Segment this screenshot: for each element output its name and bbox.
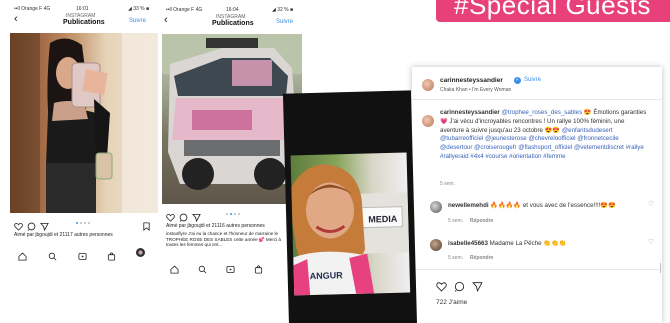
post-caption: instaoflyre J'ai eu la chance et l'honne… xyxy=(166,231,281,248)
follow-button[interactable]: Suivre xyxy=(276,19,293,25)
comment-icon[interactable] xyxy=(179,209,188,222)
status-battery: ◢ 32 % ■ xyxy=(272,7,294,13)
post-photo-mirror-selfie[interactable] xyxy=(10,33,158,213)
caption-mention[interactable]: @trophee_roses_des_sables xyxy=(502,109,583,116)
follow-button[interactable]: Suivre xyxy=(129,18,146,24)
mirror-selfie-illustration xyxy=(10,33,158,213)
commenter-avatar-1[interactable] xyxy=(430,201,442,213)
comment-1-reply-button[interactable]: Répondre xyxy=(470,218,493,224)
heart-icon[interactable] xyxy=(14,218,23,231)
bookmark-icon[interactable] xyxy=(142,218,151,231)
heart-icon[interactable] xyxy=(166,209,175,222)
carousel-dots xyxy=(226,213,240,215)
post-time: 5 sem. xyxy=(440,181,456,187)
comment-1-like-icon[interactable]: ♡ xyxy=(648,200,654,208)
share-icon[interactable] xyxy=(192,209,201,223)
shirt-text: ANGUR xyxy=(309,270,343,282)
comment-1: newellemehdi 🔥🔥🔥🔥 et vous avec de l'esse… xyxy=(448,201,616,209)
author-avatar[interactable] xyxy=(422,79,434,91)
media-sign: MEDIA xyxy=(368,213,398,225)
home-icon[interactable] xyxy=(18,248,27,261)
carousel-dots xyxy=(76,222,90,224)
comment-icon[interactable] xyxy=(454,279,465,292)
selfie-illustration xyxy=(290,164,410,296)
shop-icon[interactable] xyxy=(254,261,263,274)
profile-avatar-icon[interactable] xyxy=(136,248,145,257)
search-icon[interactable] xyxy=(198,261,207,274)
post-caption: carinnesteyssandier @trophee_roses_des_s… xyxy=(440,109,650,162)
page-title: Publications xyxy=(63,19,105,26)
caption-author[interactable]: carinnesteyssandier xyxy=(440,109,500,116)
follow-button[interactable]: Suivre xyxy=(524,77,541,83)
verified-badge-icon: ✓ xyxy=(514,77,521,84)
scrollbar[interactable] xyxy=(660,263,661,273)
shop-icon[interactable] xyxy=(107,248,116,261)
pink-4x4-illustration xyxy=(162,34,302,190)
share-icon[interactable] xyxy=(40,218,49,232)
page-title: Publications xyxy=(212,20,254,27)
comment-2-reply-button[interactable]: Répondre xyxy=(470,255,493,261)
share-icon[interactable] xyxy=(472,279,483,293)
post-username[interactable]: carinnesteyssandier xyxy=(440,77,503,84)
status-carrier: ••ll Orange F 4G xyxy=(14,6,51,12)
comment-1-time: 5 sem. xyxy=(448,218,464,224)
comment-1-user[interactable]: newellemehdi xyxy=(448,202,489,209)
phone-screenshot-2: ••ll Orange F 4G 16:04 ◢ 32 % ■ ‹ INSTAG… xyxy=(162,4,302,274)
phone-screenshot-1: ••ll Orange F 4G 16:01 ◢ 33 % ■ ‹ INSTAG… xyxy=(10,3,158,273)
selfie-photo[interactable]: MEDIA ANGUR xyxy=(290,152,411,296)
divider xyxy=(412,99,662,100)
instagram-post-panel: carinnesteyssandier ✓ Suivre Chaka Khan … xyxy=(412,67,662,323)
status-time: 16:04 xyxy=(226,7,239,13)
comment-2-user[interactable]: isabelle45663 xyxy=(448,240,488,247)
comment-2-text: Madame La Pêche 👏👏👏 xyxy=(489,240,567,247)
comment-1-text: 🔥🔥🔥🔥 et vous avec de l'essence!!!!😍😍 xyxy=(490,202,616,209)
search-icon[interactable] xyxy=(48,248,57,261)
comment-2: isabelle45663 Madame La Pêche 👏👏👏 xyxy=(448,239,566,247)
reels-icon[interactable] xyxy=(226,261,235,274)
home-icon[interactable] xyxy=(170,261,179,274)
caption-avatar[interactable] xyxy=(422,115,434,127)
back-arrow-icon[interactable]: ‹ xyxy=(164,15,168,26)
comment-2-like-icon[interactable]: ♡ xyxy=(648,238,654,246)
comment-2-time: 5 sem. xyxy=(448,255,464,261)
banner-text: #Special Guests xyxy=(454,0,651,20)
status-time: 16:01 xyxy=(76,6,89,12)
reels-icon[interactable] xyxy=(78,248,87,261)
likes-count: Aimé par jbgoujdi et 21117 autres person… xyxy=(14,232,113,238)
polaroid-frame: MEDIA ANGUR xyxy=(282,90,418,323)
divider xyxy=(412,269,662,270)
comment-icon[interactable] xyxy=(27,218,36,231)
heart-icon[interactable] xyxy=(436,279,447,292)
commenter-avatar-2[interactable] xyxy=(430,239,442,251)
status-carrier: ••ll Orange F 4G xyxy=(166,7,203,13)
audio-track[interactable]: Chaka Khan • I'm Every Woman xyxy=(440,87,511,93)
back-arrow-icon[interactable]: ‹ xyxy=(14,14,18,25)
post-photo-pink-4x4[interactable] xyxy=(162,34,302,204)
likes-count: Aimé par jbgoujdi et 21116 autres person… xyxy=(166,223,265,229)
post-likes-count: 722 J'aime xyxy=(436,299,468,306)
status-battery: ◢ 33 % ■ xyxy=(128,6,150,12)
special-guests-banner: #Special Guests xyxy=(436,0,670,22)
